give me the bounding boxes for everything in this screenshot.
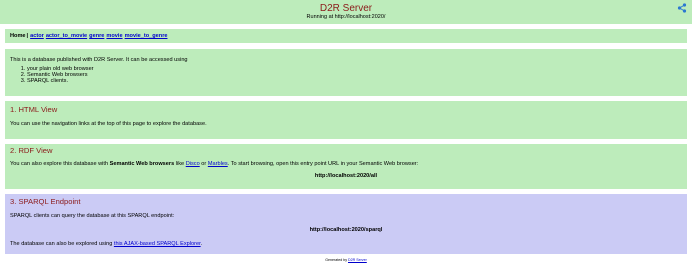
access-methods-list: your plain old web browser Semantic Web …	[10, 66, 682, 84]
server-address: Running at http://localhost:2020/	[306, 14, 386, 20]
rdf-text-or: or	[201, 161, 207, 167]
rdf-graph-icon[interactable]	[677, 3, 687, 13]
html-view-heading: 1. HTML View	[10, 105, 58, 114]
rdf-text-before: You can also explore this database with	[10, 161, 109, 167]
rdf-text-like: like	[175, 161, 185, 167]
rdf-view-text: You can also explore this database with …	[10, 161, 682, 167]
nav-link-genre[interactable]: genre	[89, 33, 104, 39]
page-footer: Generated by D2R Server	[0, 258, 692, 262]
nav-separator: |	[26, 33, 29, 39]
nav-link-actor-to-movie[interactable]: actor_to_movie	[46, 33, 87, 39]
sparql-text: SPARQL clients can query the database at…	[10, 213, 175, 219]
rdf-view-panel: 2. RDF View You can also explore this da…	[5, 144, 687, 189]
nav-link-movie-to-genre[interactable]: movie_to_genre	[125, 33, 168, 39]
footer-prefix: Generated by	[325, 258, 347, 262]
nav-home: Home	[10, 33, 26, 39]
intro-panel: This is a database published with D2R Se…	[5, 49, 687, 96]
entry-point-url: http://localhost:2020/all	[314, 173, 378, 179]
sparql-heading: 3. SPARQL Endpoint	[10, 197, 81, 206]
html-view-panel: 1. HTML View You can use the navigation …	[5, 101, 687, 139]
semantic-web-browsers-label: Semantic Web browsers	[109, 161, 175, 167]
sparql-explorer-text: The database can also be explored using …	[10, 241, 682, 247]
d2r-server-link[interactable]: D2R Server	[348, 258, 367, 262]
page-title: D2R Server	[319, 3, 373, 14]
intro-text: This is a database published with D2R Se…	[10, 57, 188, 63]
navigation-bar: Home | actor actor_to_movie genre movie …	[5, 29, 687, 43]
page-header: D2R Server Running at http://localhost:2…	[0, 0, 692, 24]
nav-link-actor[interactable]: actor	[30, 33, 44, 39]
sparql-endpoint-url: http://localhost:2020/sparql	[309, 227, 383, 233]
rdf-text-after: . To start browsing, open this entry poi…	[227, 161, 419, 167]
list-item: SPARQL clients.	[27, 78, 682, 84]
marbles-link[interactable]: Marbles	[208, 161, 228, 167]
html-view-text: You can use the navigation links at the …	[10, 121, 207, 127]
sparql-explorer-link[interactable]: this AJAX-based SPARQL Explorer	[114, 241, 201, 247]
sparql-panel: 3. SPARQL Endpoint SPARQL clients can qu…	[5, 194, 687, 254]
disco-link[interactable]: Disco	[186, 161, 200, 167]
explorer-text-before: The database can also be explored using	[10, 241, 113, 247]
rdf-view-heading: 2. RDF View	[10, 146, 53, 155]
explorer-text-after: .	[200, 241, 203, 247]
nav-link-movie[interactable]: movie	[106, 33, 122, 39]
